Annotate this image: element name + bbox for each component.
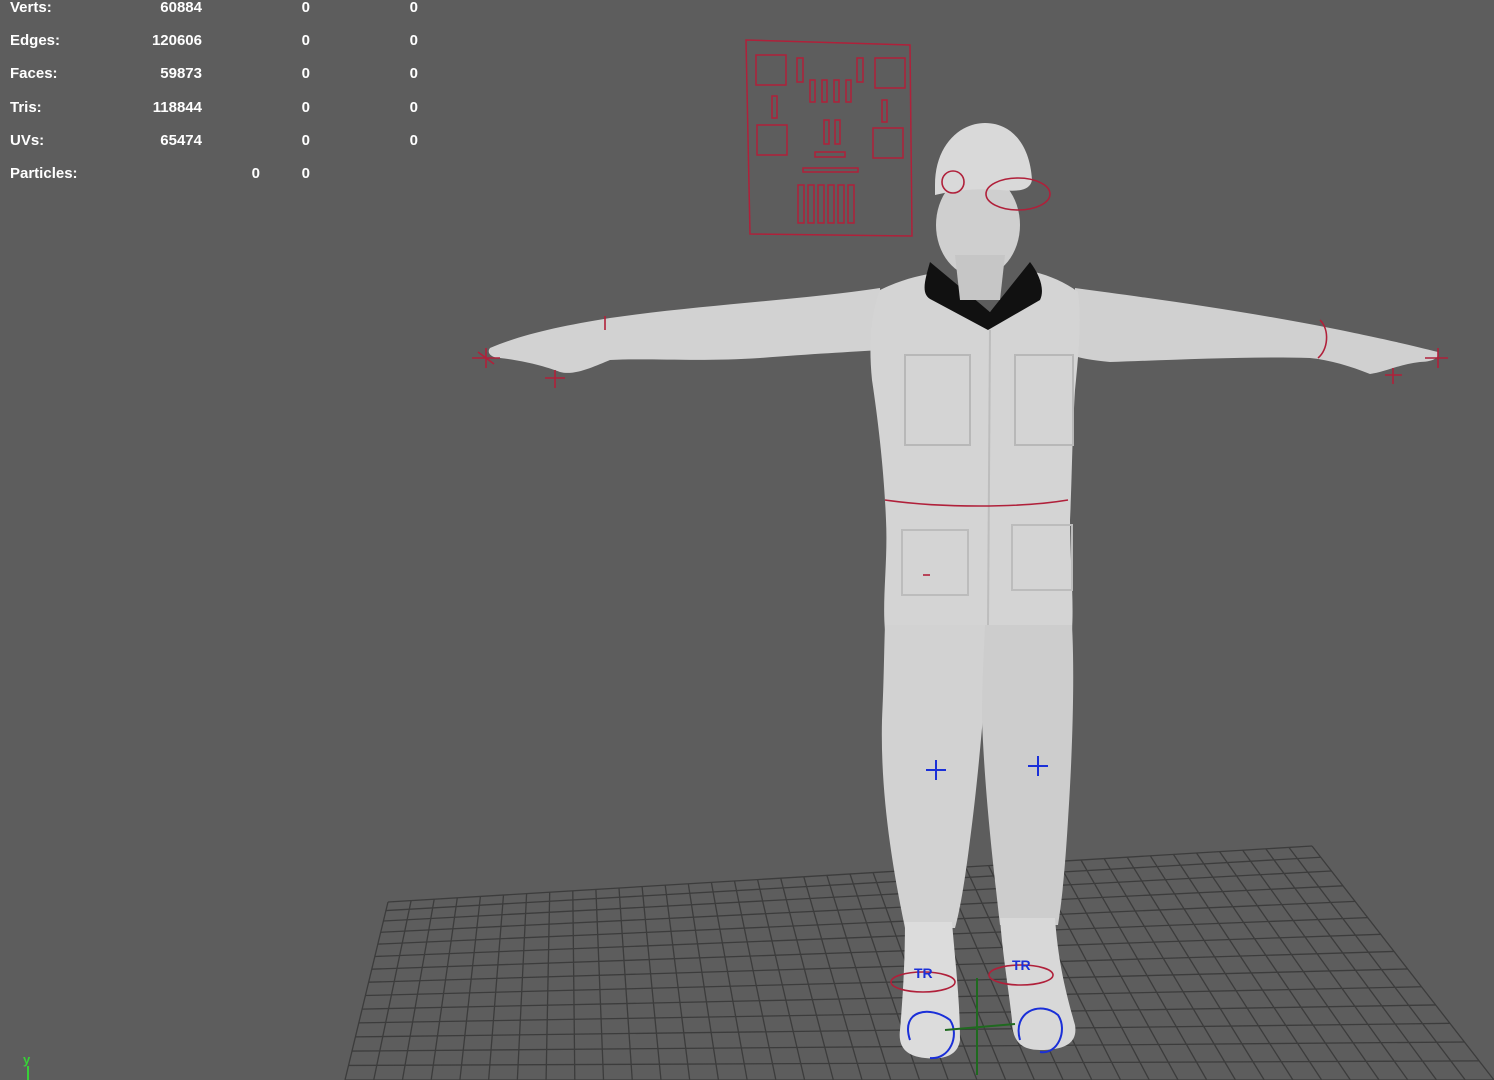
hud-value: 60884 bbox=[160, 0, 202, 16]
hud-label: Verts: bbox=[10, 0, 52, 16]
left-arm[interactable] bbox=[488, 288, 880, 373]
hud-value: 0 bbox=[301, 65, 310, 83]
scene-canvas[interactable]: TR TR bbox=[0, 0, 1494, 1080]
hud-value: 0 bbox=[301, 0, 310, 16]
maya-3d-viewport[interactable]: TR TR Verts: 60884 0 0 Edges: 120606 0 0… bbox=[0, 0, 1494, 1080]
hud-label: Faces: bbox=[10, 65, 58, 83]
right-arm[interactable] bbox=[1075, 288, 1439, 374]
hud-value: 0 bbox=[301, 32, 310, 50]
hud-value: 0 bbox=[409, 65, 418, 83]
right-foot-label: TR bbox=[1012, 957, 1031, 973]
hud-value: 0 bbox=[301, 131, 310, 149]
hud-label: Tris: bbox=[10, 98, 42, 116]
hud-value: 120606 bbox=[151, 32, 202, 50]
right-leg[interactable] bbox=[982, 625, 1074, 925]
hud-label: Edges: bbox=[10, 32, 61, 50]
facial-control-board[interactable] bbox=[745, 39, 913, 237]
hud-value: 0 bbox=[409, 98, 418, 116]
hud-value: 0 bbox=[301, 98, 310, 116]
hud-value: 0 bbox=[409, 0, 418, 16]
hud-value: 118844 bbox=[152, 98, 202, 116]
hud-value: 0 bbox=[409, 131, 418, 149]
hud-value: 0 bbox=[301, 164, 310, 182]
hud-value: 0 bbox=[409, 32, 418, 50]
hud-value: 59873 bbox=[160, 65, 202, 83]
cap[interactable] bbox=[935, 123, 1032, 195]
hud-label: UVs: bbox=[10, 131, 45, 149]
hud-value: 65474 bbox=[160, 131, 202, 149]
neck bbox=[955, 255, 1005, 300]
hud-label: Particles: bbox=[10, 164, 78, 182]
view-axis-y-label: y bbox=[23, 1052, 31, 1067]
left-foot-label: TR bbox=[914, 965, 933, 981]
